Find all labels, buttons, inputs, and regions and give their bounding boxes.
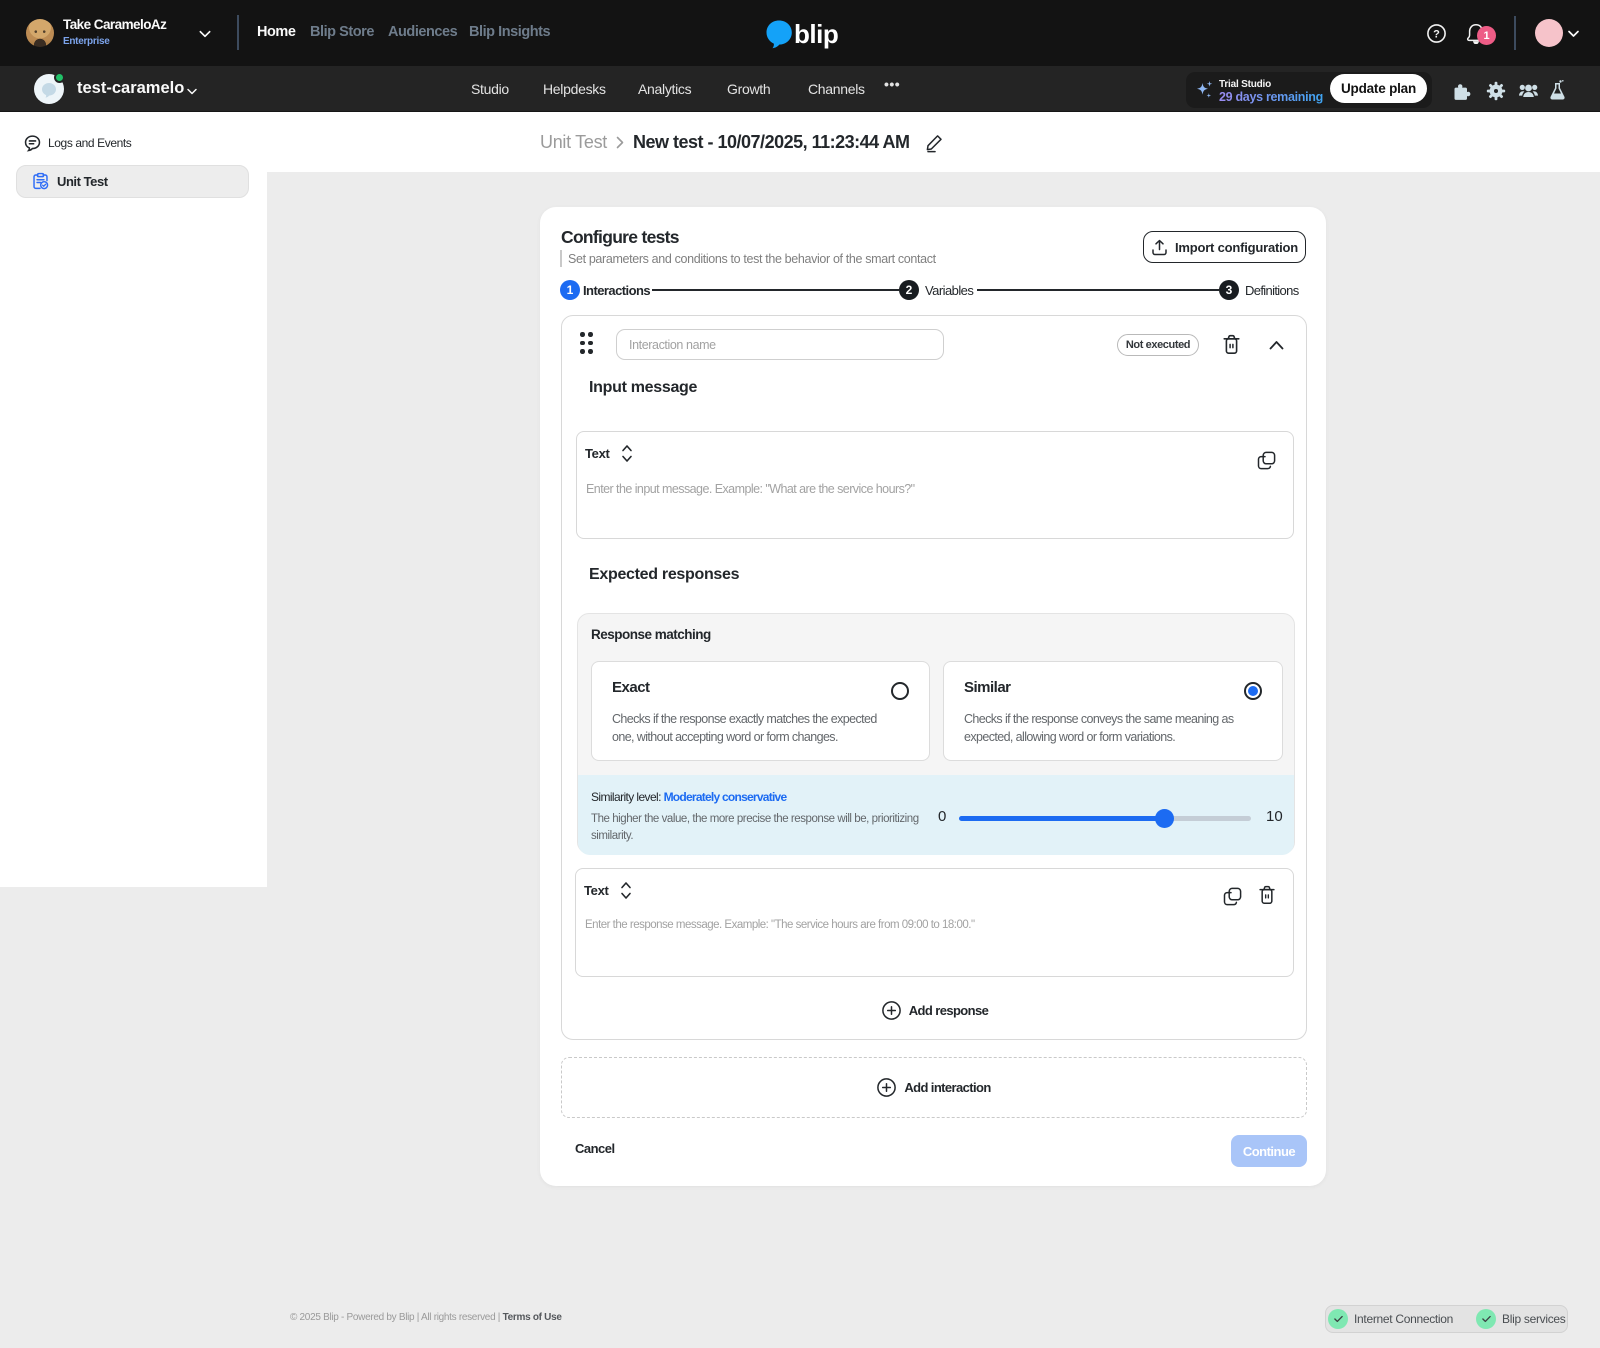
svg-text:?: ? — [1433, 29, 1440, 41]
